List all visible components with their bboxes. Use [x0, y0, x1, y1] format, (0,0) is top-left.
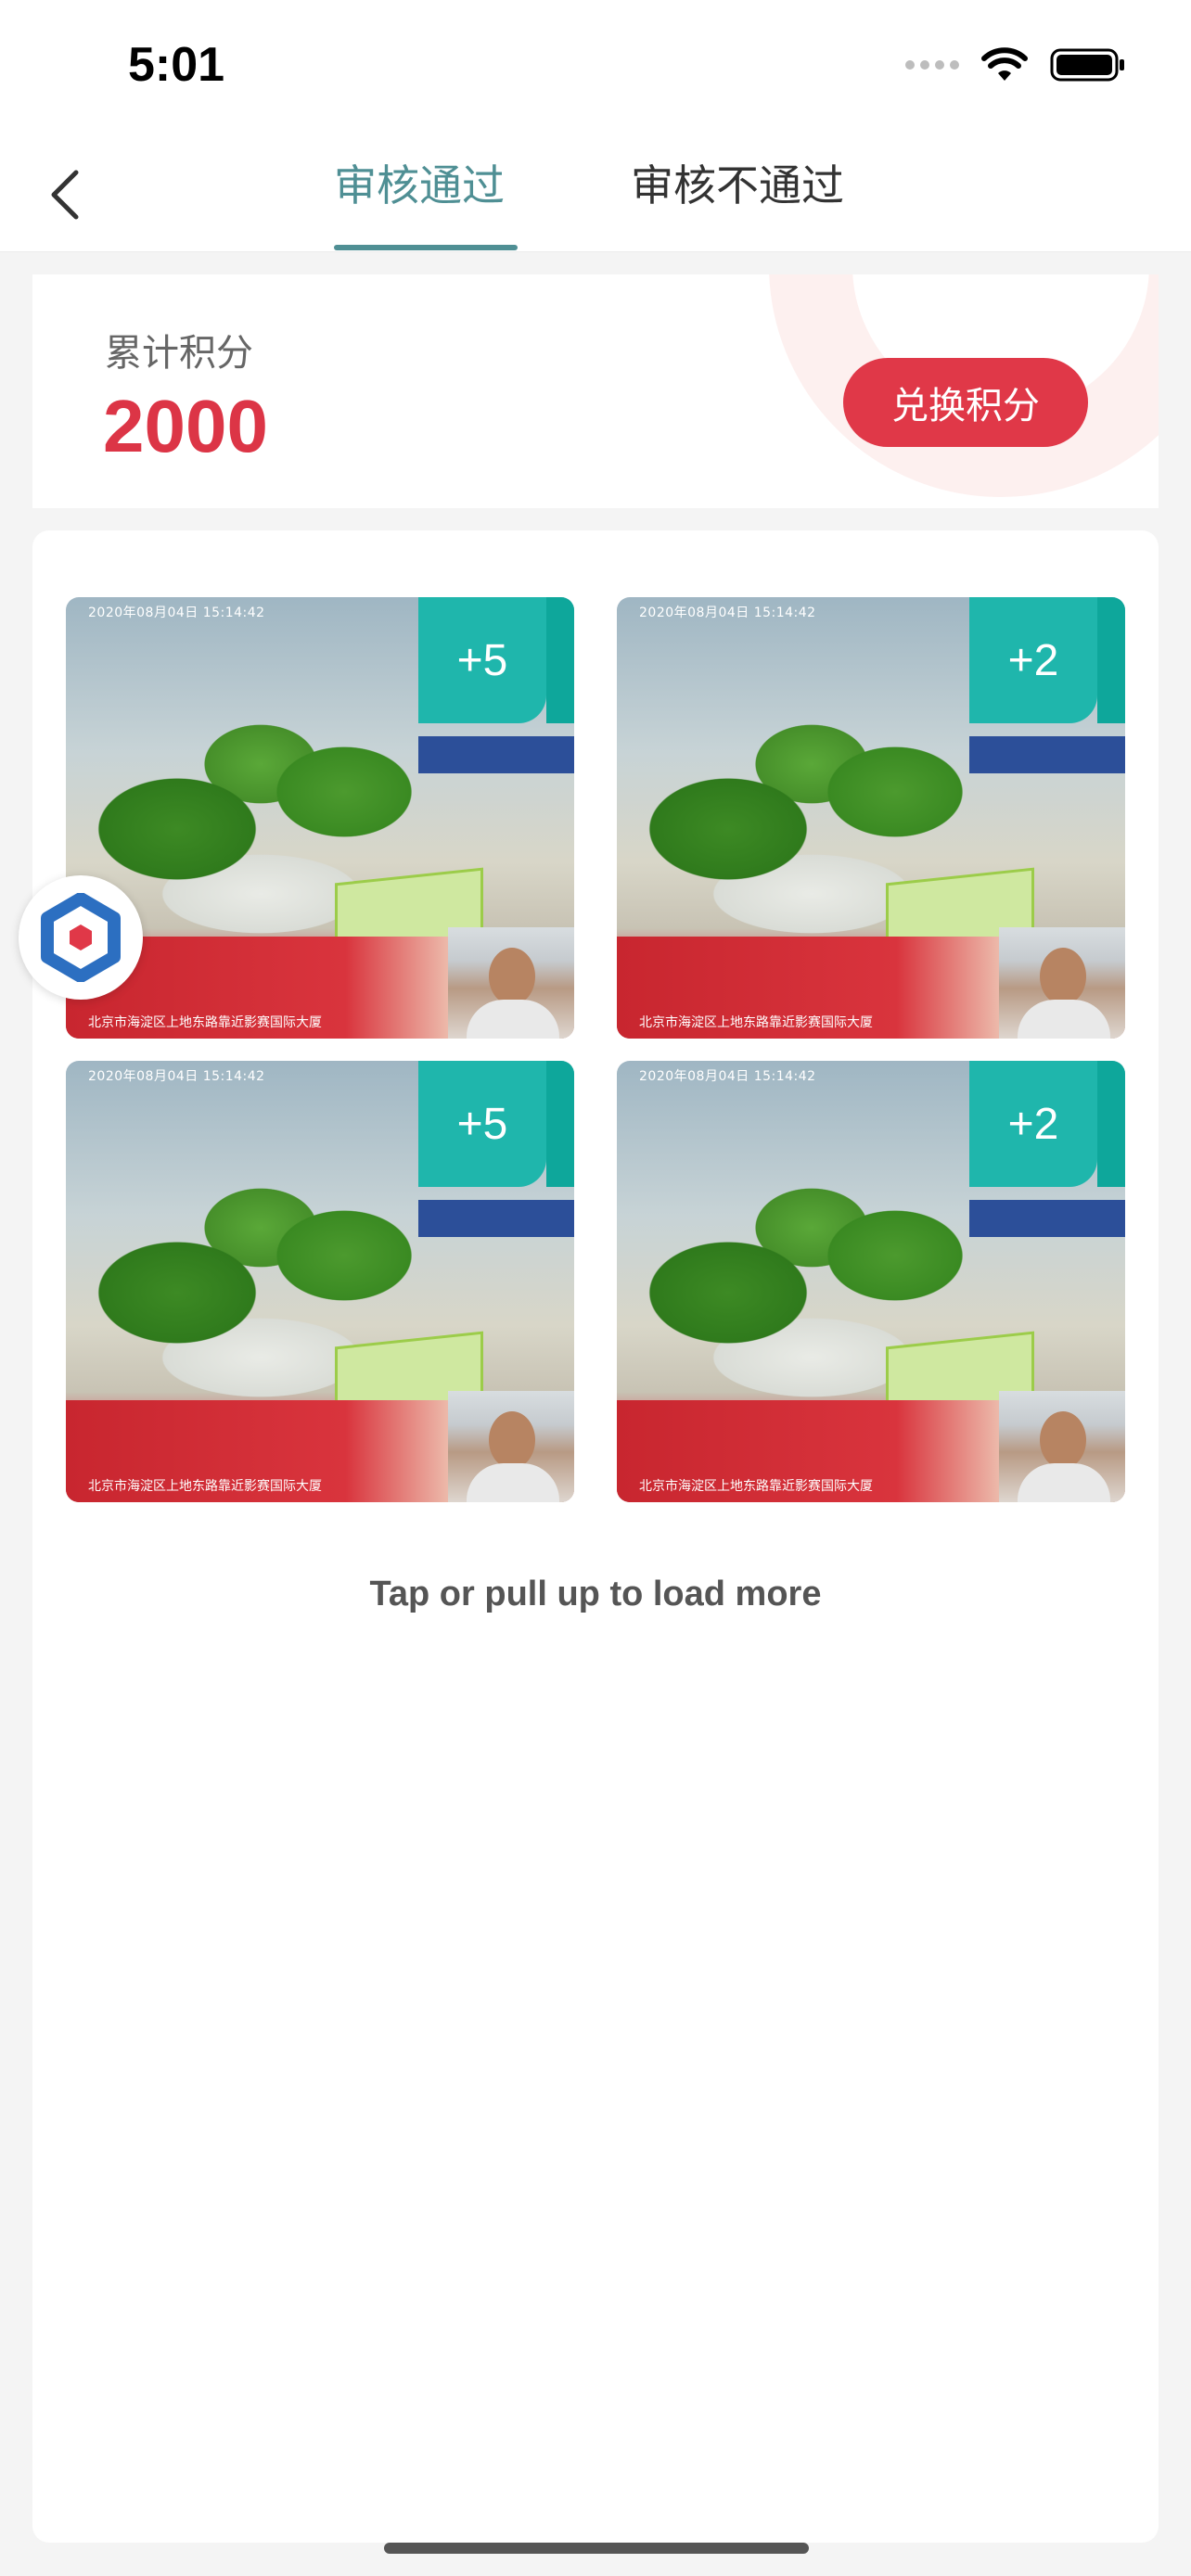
- face-thumbnail: [448, 927, 574, 1039]
- photo-item[interactable]: 2020年08月04日 15:14:42 北京市海淀区上地东路靠近影赛国际大厦 …: [617, 597, 1125, 1039]
- signal-icon: [905, 60, 959, 70]
- photo-address: 北京市海淀区上地东路靠近影赛国际大厦: [639, 1479, 873, 1494]
- photo-scene-blue: [418, 1200, 574, 1237]
- top-nav: 审核通过 审核不通过: [0, 139, 1191, 252]
- photo-scene-blue: [969, 736, 1125, 773]
- photo-address: 北京市海淀区上地东路靠近影赛国际大厦: [639, 1015, 873, 1030]
- photo-scene-blue: [418, 736, 574, 773]
- tab-rejected[interactable]: 审核不通过: [631, 158, 844, 232]
- score-badge: +5: [418, 597, 574, 723]
- chevron-left-icon: [51, 170, 79, 220]
- load-more-button[interactable]: Tap or pull up to load more: [32, 1575, 1159, 1614]
- photo-item[interactable]: 2020年08月04日 15:14:42 北京市海淀区上地东路靠近影赛国际大厦 …: [617, 1061, 1125, 1502]
- face-thumbnail: [999, 927, 1125, 1039]
- photo-address: 北京市海淀区上地东路靠近影赛国际大厦: [88, 1479, 322, 1494]
- active-tab-indicator: [334, 245, 518, 250]
- photo-timestamp: 2020年08月04日 15:14:42: [639, 1069, 816, 1084]
- score-value: +2: [1007, 1099, 1059, 1149]
- score-value: +5: [456, 1099, 508, 1149]
- back-button[interactable]: [37, 158, 93, 232]
- points-card: 累计积分 2000 兑换积分: [32, 274, 1159, 508]
- score-badge: +2: [969, 597, 1125, 723]
- floating-assistant-button[interactable]: [19, 875, 143, 1000]
- photo-item[interactable]: 2020年08月04日 15:14:42 北京市海淀区上地东路靠近影赛国际大厦 …: [66, 597, 574, 1039]
- score-value: +2: [1007, 635, 1059, 685]
- photo-timestamp: 2020年08月04日 15:14:42: [88, 1069, 265, 1084]
- score-value: +5: [456, 635, 508, 685]
- wifi-icon: [981, 47, 1028, 81]
- tab-approved[interactable]: 审核通过: [334, 158, 505, 232]
- status-time: 5:01: [128, 38, 225, 92]
- face-thumbnail: [448, 1391, 574, 1502]
- points-label: 累计积分: [105, 332, 253, 375]
- home-indicator: [384, 2543, 809, 2554]
- face-thumbnail: [999, 1391, 1125, 1502]
- photo-item[interactable]: 2020年08月04日 15:14:42 北京市海淀区上地东路靠近影赛国际大厦 …: [66, 1061, 574, 1502]
- exchange-points-button[interactable]: 兑换积分: [843, 358, 1088, 447]
- score-badge: +2: [969, 1061, 1125, 1187]
- score-badge: +5: [418, 1061, 574, 1187]
- photo-timestamp: 2020年08月04日 15:14:42: [639, 606, 816, 620]
- photo-scene-blue: [969, 1200, 1125, 1237]
- photo-timestamp: 2020年08月04日 15:14:42: [88, 606, 265, 620]
- hexagon-logo-icon: [41, 893, 121, 982]
- battery-icon: [1050, 48, 1124, 82]
- status-bar: 5:01: [0, 0, 1191, 139]
- status-icons: [905, 46, 1126, 83]
- photo-grid: 2020年08月04日 15:14:42 北京市海淀区上地东路靠近影赛国际大厦 …: [66, 597, 1125, 1502]
- photo-list-card: 2020年08月04日 15:14:42 北京市海淀区上地东路靠近影赛国际大厦 …: [32, 530, 1159, 2543]
- points-value: 2000: [103, 385, 268, 467]
- photo-address: 北京市海淀区上地东路靠近影赛国际大厦: [88, 1015, 322, 1030]
